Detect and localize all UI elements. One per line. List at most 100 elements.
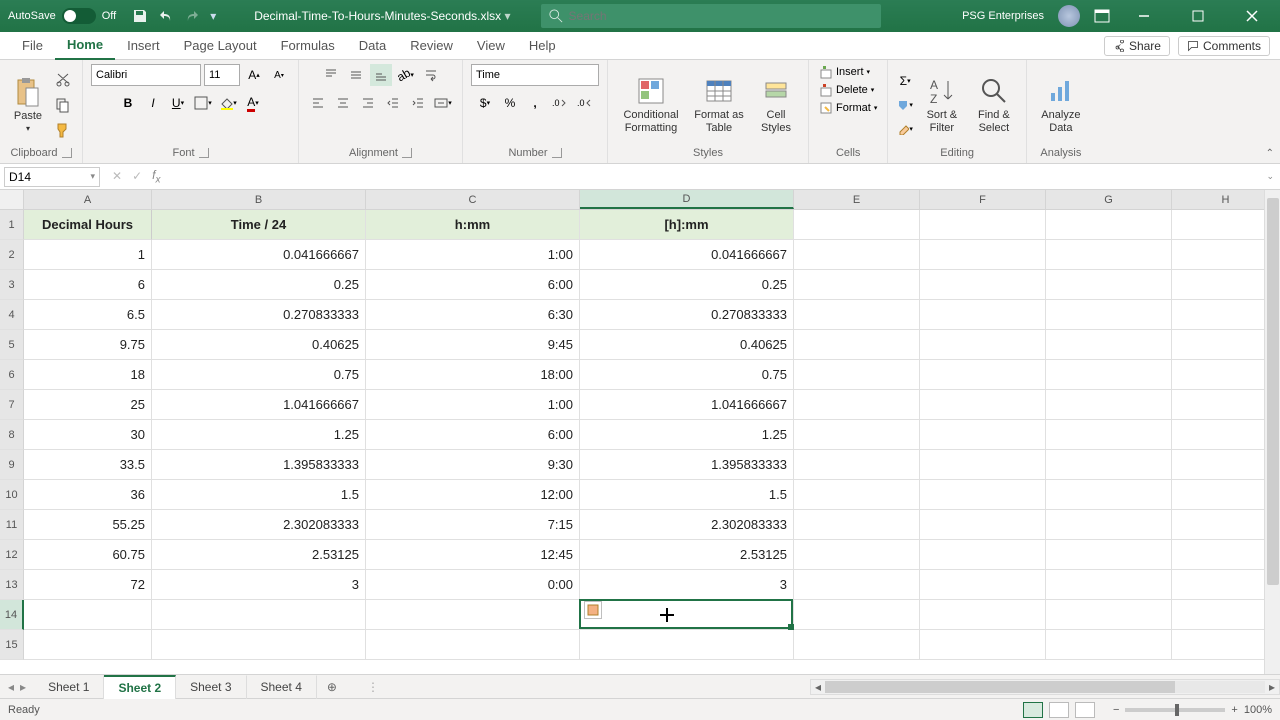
cell-G3[interactable] xyxy=(1046,270,1172,300)
cell-A6[interactable]: 18 xyxy=(24,360,152,390)
format-painter-button[interactable] xyxy=(52,119,74,141)
cell-C12[interactable]: 12:45 xyxy=(366,540,580,570)
sheet-tab-sheet-2[interactable]: Sheet 2 xyxy=(104,675,176,699)
col-head-B[interactable]: B xyxy=(152,190,366,209)
tab-file[interactable]: File xyxy=(10,32,55,60)
cell-C7[interactable]: 1:00 xyxy=(366,390,580,420)
col-head-F[interactable]: F xyxy=(920,190,1046,209)
autosave-toggle[interactable]: AutoSave Off xyxy=(0,8,124,24)
cell-C5[interactable]: 9:45 xyxy=(366,330,580,360)
filename[interactable]: Decimal-Time-To-Hours-Minutes-Seconds.xl… xyxy=(224,9,540,23)
cell-B11[interactable]: 2.302083333 xyxy=(152,510,366,540)
font-size-select[interactable] xyxy=(204,64,240,86)
cell-C14[interactable] xyxy=(366,600,580,630)
cell-G10[interactable] xyxy=(1046,480,1172,510)
align-top-button[interactable] xyxy=(320,64,342,86)
cell-A11[interactable]: 55.25 xyxy=(24,510,152,540)
cell-C11[interactable]: 7:15 xyxy=(366,510,580,540)
format-cells-button[interactable]: Format ▾ xyxy=(817,100,879,116)
increase-decimal-button[interactable]: .0 xyxy=(549,92,571,114)
align-middle-button[interactable] xyxy=(345,64,367,86)
decrease-indent-button[interactable] xyxy=(382,92,404,114)
row-head-13[interactable]: 13 xyxy=(0,570,24,600)
copy-button[interactable] xyxy=(52,94,74,116)
sheet-tab-sheet-1[interactable]: Sheet 1 xyxy=(34,675,104,699)
cell-F2[interactable] xyxy=(920,240,1046,270)
cell-C6[interactable]: 18:00 xyxy=(366,360,580,390)
cell-F11[interactable] xyxy=(920,510,1046,540)
cell-B4[interactable]: 0.270833333 xyxy=(152,300,366,330)
fill-color-button[interactable]: ▾ xyxy=(217,92,239,114)
shrink-font-button[interactable]: A▾ xyxy=(268,64,290,86)
cell-B5[interactable]: 0.40625 xyxy=(152,330,366,360)
wrap-text-button[interactable] xyxy=(420,64,442,86)
cell-E6[interactable] xyxy=(794,360,920,390)
cell-B7[interactable]: 1.041666667 xyxy=(152,390,366,420)
row-head-9[interactable]: 9 xyxy=(0,450,24,480)
cell-G1[interactable] xyxy=(1046,210,1172,240)
hscroll-right-icon[interactable]: ▸ xyxy=(1265,680,1279,694)
cell-C2[interactable]: 1:00 xyxy=(366,240,580,270)
clear-button[interactable]: ▾ xyxy=(896,118,914,140)
row-head-10[interactable]: 10 xyxy=(0,480,24,510)
number-format-select[interactable] xyxy=(471,64,599,86)
normal-view-button[interactable] xyxy=(1023,702,1043,718)
minimize-button[interactable] xyxy=(1124,0,1164,32)
zoom-level[interactable]: 100% xyxy=(1244,704,1272,716)
sheet-tab-sheet-4[interactable]: Sheet 4 xyxy=(247,675,317,699)
tab-home[interactable]: Home xyxy=(55,32,115,60)
cell-F14[interactable] xyxy=(920,600,1046,630)
conditional-formatting-button[interactable]: Conditional Formatting xyxy=(616,71,686,137)
user-avatar[interactable] xyxy=(1058,5,1080,27)
cell-G4[interactable] xyxy=(1046,300,1172,330)
cell-B12[interactable]: 2.53125 xyxy=(152,540,366,570)
cell-C9[interactable]: 9:30 xyxy=(366,450,580,480)
autosave-switch[interactable] xyxy=(62,8,96,24)
col-head-C[interactable]: C xyxy=(366,190,580,209)
find-select-button[interactable]: Find & Select xyxy=(970,71,1018,137)
cell-D7[interactable]: 1.041666667 xyxy=(580,390,794,420)
col-head-G[interactable]: G xyxy=(1046,190,1172,209)
cell-F3[interactable] xyxy=(920,270,1046,300)
row-head-14[interactable]: 14 xyxy=(0,600,24,630)
cell-F10[interactable] xyxy=(920,480,1046,510)
cell-A4[interactable]: 6.5 xyxy=(24,300,152,330)
row-head-6[interactable]: 6 xyxy=(0,360,24,390)
user-name[interactable]: PSG Enterprises xyxy=(962,10,1044,22)
cell-A10[interactable]: 36 xyxy=(24,480,152,510)
alignment-dialog-launcher[interactable] xyxy=(402,148,412,158)
cell-F5[interactable] xyxy=(920,330,1046,360)
row-head-15[interactable]: 15 xyxy=(0,630,24,660)
cell-B14[interactable] xyxy=(152,600,366,630)
cell-F9[interactable] xyxy=(920,450,1046,480)
cell-C15[interactable] xyxy=(366,630,580,660)
percent-button[interactable]: % xyxy=(499,92,521,114)
insert-cells-button[interactable]: Insert ▾ xyxy=(817,64,872,80)
zoom-in-button[interactable]: + xyxy=(1231,704,1237,716)
cell-E7[interactable] xyxy=(794,390,920,420)
sort-filter-button[interactable]: AZ Sort & Filter xyxy=(918,71,966,137)
search-input[interactable] xyxy=(569,9,873,23)
maximize-button[interactable] xyxy=(1178,0,1218,32)
cell-A14[interactable] xyxy=(24,600,152,630)
grow-font-button[interactable]: A▴ xyxy=(243,64,265,86)
cut-button[interactable] xyxy=(52,69,74,91)
col-head-E[interactable]: E xyxy=(794,190,920,209)
cell-D4[interactable]: 0.270833333 xyxy=(580,300,794,330)
formula-input[interactable] xyxy=(168,167,1260,187)
cell-F1[interactable] xyxy=(920,210,1046,240)
spreadsheet-grid[interactable]: ABCDEFGH 123456789101112131415 Decimal H… xyxy=(0,190,1280,674)
expand-formula-bar[interactable]: ⌄ xyxy=(1260,171,1280,182)
cell-A8[interactable]: 30 xyxy=(24,420,152,450)
cell-G6[interactable] xyxy=(1046,360,1172,390)
format-as-table-button[interactable]: Format as Table xyxy=(690,71,748,137)
cell-D10[interactable]: 1.5 xyxy=(580,480,794,510)
font-color-button[interactable]: A▾ xyxy=(242,92,264,114)
cell-D6[interactable]: 0.75 xyxy=(580,360,794,390)
redo-icon[interactable] xyxy=(184,8,200,24)
row-head-1[interactable]: 1 xyxy=(0,210,24,240)
cell-G11[interactable] xyxy=(1046,510,1172,540)
cell-B2[interactable]: 0.041666667 xyxy=(152,240,366,270)
cell-B9[interactable]: 1.395833333 xyxy=(152,450,366,480)
underline-button[interactable]: U▾ xyxy=(167,92,189,114)
